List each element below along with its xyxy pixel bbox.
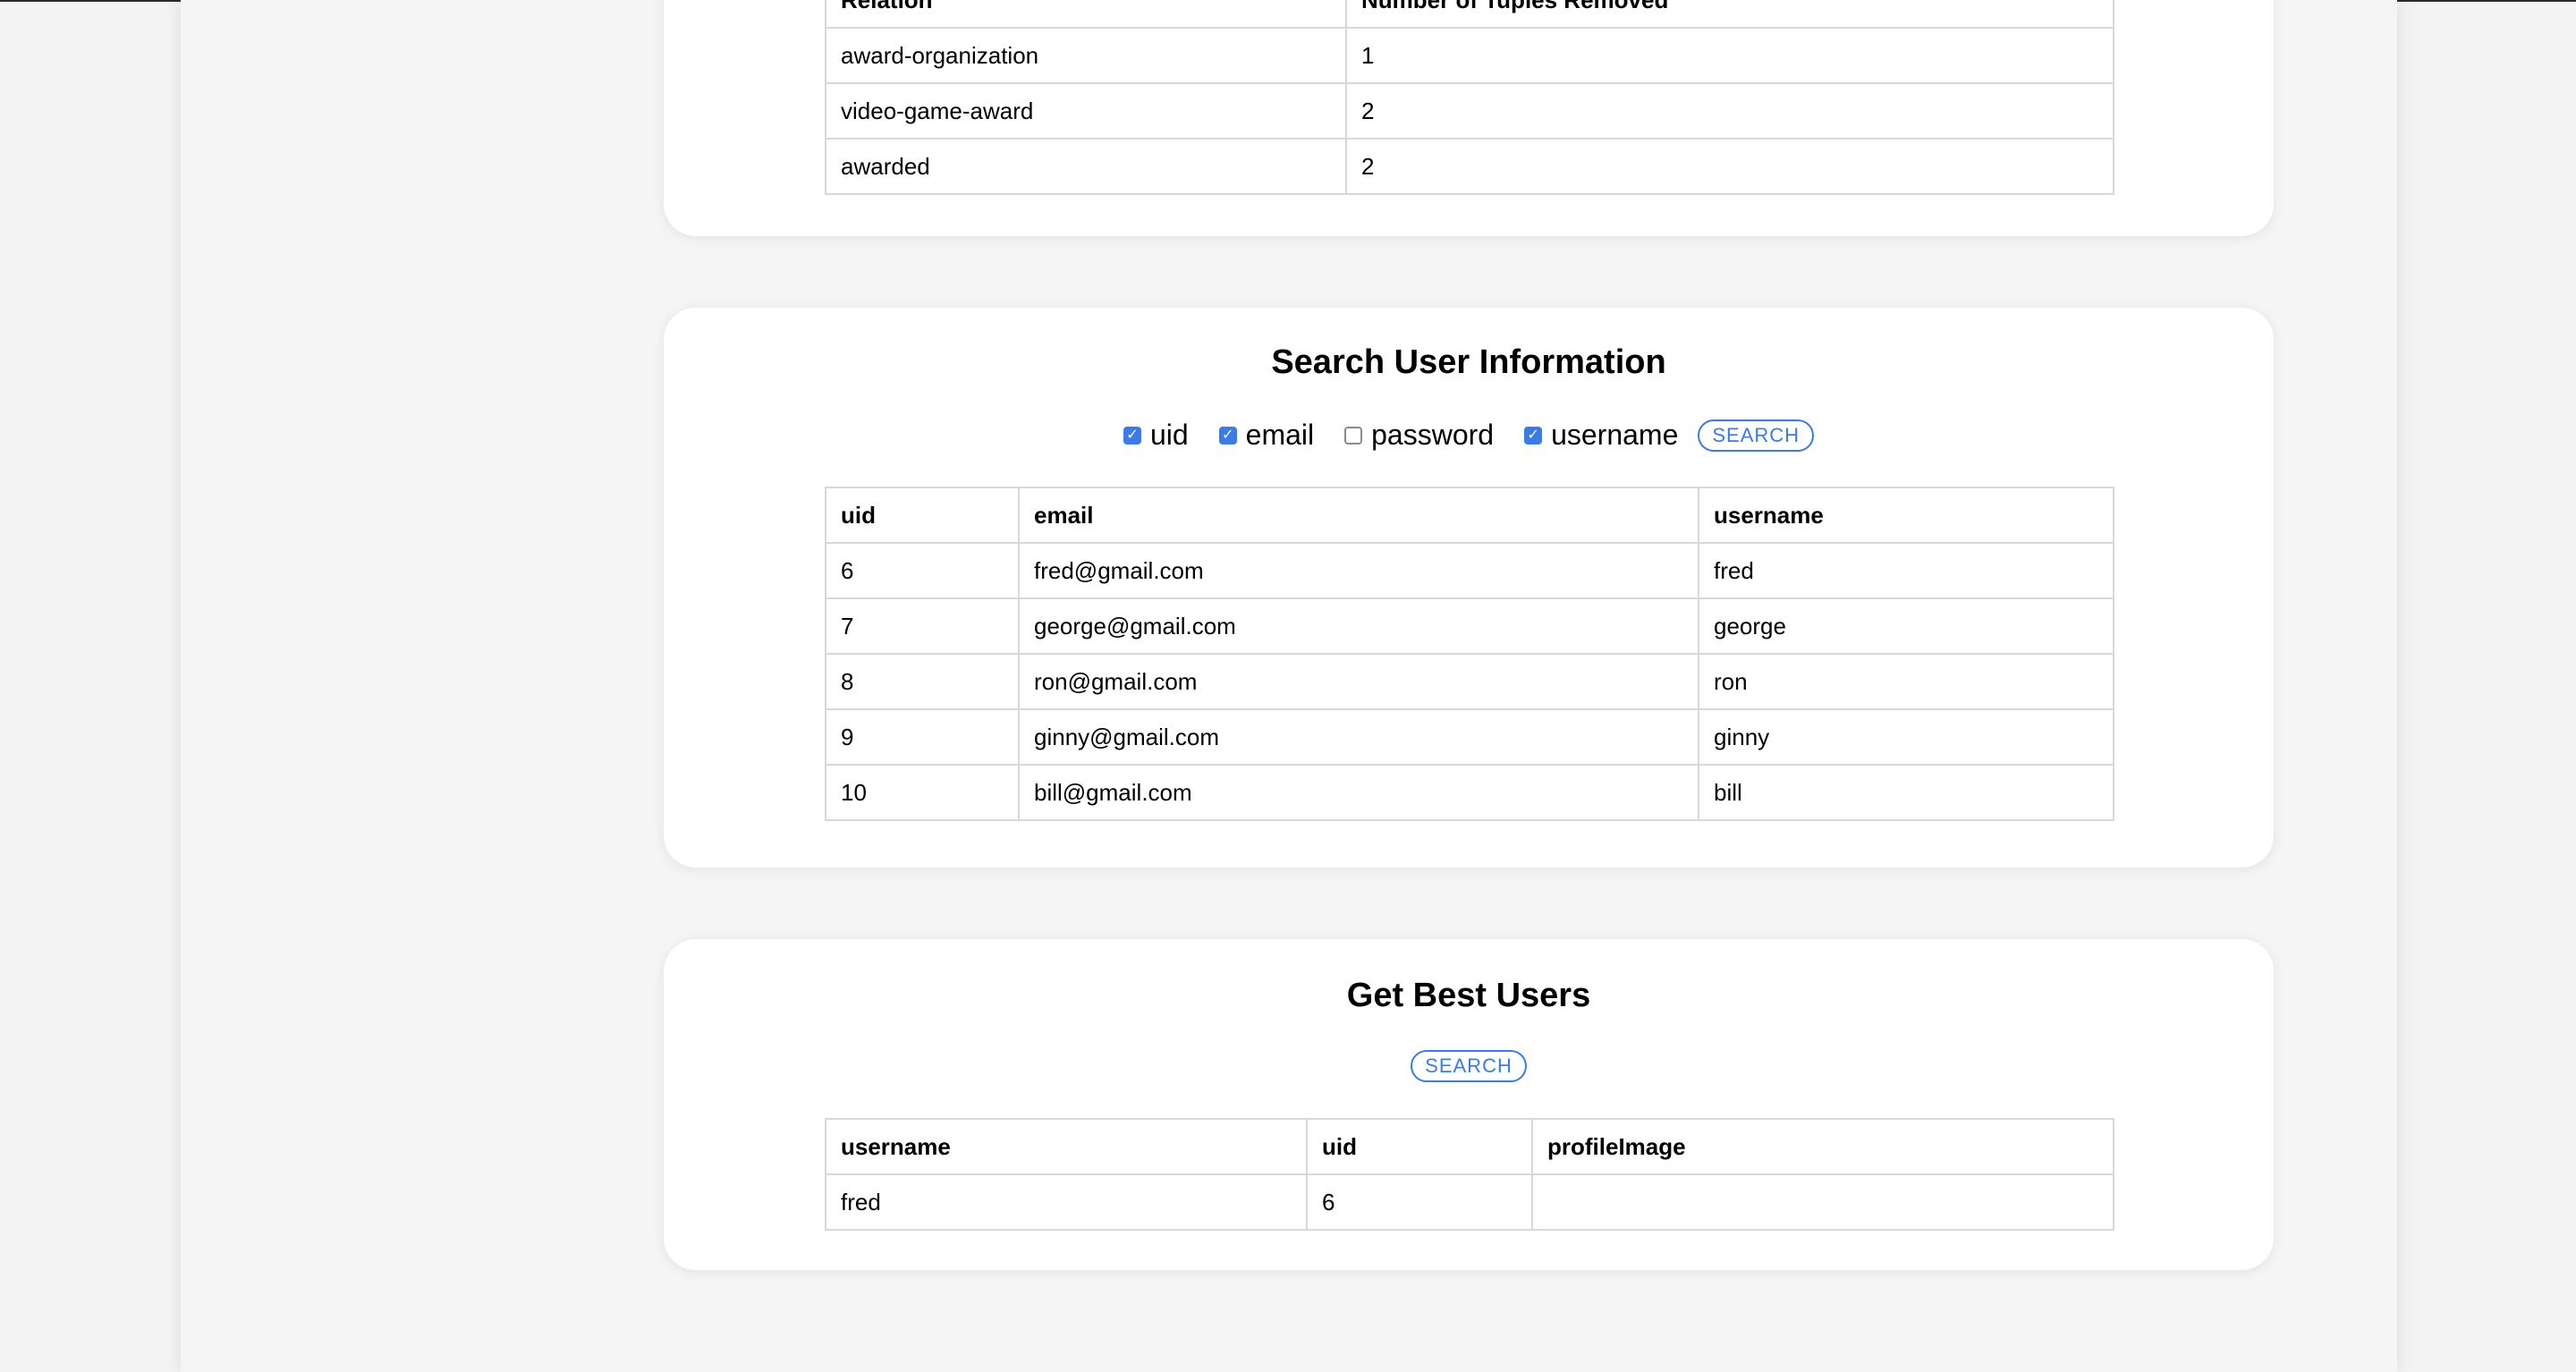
best-users-card: Get Best Users SEARCH username uid profi… [664, 939, 2274, 1270]
uid-cell: 9 [825, 708, 1020, 766]
column-header-uid: uid [825, 487, 1020, 544]
table-row: awarded 2 [825, 138, 2114, 195]
column-header-tuples-removed: Number of Tuples Removed [1345, 0, 2114, 29]
option-label: email [1245, 419, 1315, 451]
username-cell: ron [1698, 653, 2114, 710]
search-user-button[interactable]: SEARCH [1698, 419, 1815, 452]
table-row: 8 ron@gmail.com ron [825, 653, 2114, 710]
tuples-count-cell: 2 [1345, 82, 2114, 140]
uid-cell: 8 [825, 653, 1020, 710]
attribute-options: ✓ uid ✓ email password ✓ username SEARCH [664, 419, 2274, 452]
column-header-email: email [1018, 487, 1699, 544]
column-header-uid: uid [1306, 1118, 1533, 1175]
best-users-table: username uid profileImage fred 6 [825, 1118, 2114, 1231]
tuples-count-cell: 1 [1345, 27, 2114, 84]
table-row: fred 6 [825, 1173, 2114, 1231]
search-user-title: Search User Information [1271, 343, 1666, 381]
uid-cell: 10 [825, 764, 1020, 821]
relation-cell: awarded [825, 138, 1347, 195]
table-row: 6 fred@gmail.com fred [825, 542, 2114, 599]
username-checkbox[interactable]: ✓ [1524, 426, 1543, 445]
uid-cell: 7 [825, 597, 1020, 655]
column-header-profile-image: profileImage [1531, 1118, 2114, 1175]
uid-cell: 6 [825, 542, 1020, 599]
option-label: username [1551, 419, 1679, 451]
email-cell: george@gmail.com [1018, 597, 1699, 655]
table-row: video-game-award 2 [825, 82, 2114, 140]
email-cell: bill@gmail.com [1018, 764, 1699, 821]
page-container: Relation Number of Tuples Removed award-… [181, 0, 2397, 1372]
tuples-count-cell: 2 [1345, 138, 2114, 195]
relation-cell: award-organization [825, 27, 1347, 84]
user-results-table: uid email username 6 fred@gmail.com fred… [825, 487, 2114, 821]
uid-cell: 6 [1306, 1173, 1533, 1231]
column-header-relation: Relation [825, 0, 1347, 29]
password-checkbox[interactable] [1344, 426, 1363, 445]
table-row: 7 george@gmail.com george [825, 597, 2114, 655]
email-cell: fred@gmail.com [1018, 542, 1699, 599]
username-cell: george [1698, 597, 2114, 655]
option-uid[interactable]: ✓ uid [1123, 419, 1189, 452]
relation-cell: video-game-award [825, 82, 1347, 140]
table-header-row: username uid profileImage [825, 1118, 2114, 1175]
table-row: award-organization 1 [825, 27, 2114, 84]
table-row: 10 bill@gmail.com bill [825, 764, 2114, 821]
option-username[interactable]: ✓ username [1524, 419, 1678, 452]
username-cell: fred [1698, 542, 2114, 599]
username-cell: ginny [1698, 708, 2114, 766]
search-user-card: Search User Information ✓ uid ✓ email pa… [664, 308, 2274, 868]
uid-checkbox[interactable]: ✓ [1123, 426, 1141, 445]
removed-relations-table: Relation Number of Tuples Removed award-… [825, 0, 2114, 195]
option-label: uid [1149, 419, 1189, 451]
removed-relations-card: Relation Number of Tuples Removed award-… [664, 0, 2274, 236]
column-header-username: username [825, 1118, 1308, 1175]
option-label: password [1371, 419, 1495, 451]
table-header-row: Relation Number of Tuples Removed [825, 0, 2114, 29]
username-cell: bill [1698, 764, 2114, 821]
table-row: 9 ginny@gmail.com ginny [825, 708, 2114, 766]
email-cell: ron@gmail.com [1018, 653, 1699, 710]
email-checkbox[interactable]: ✓ [1218, 426, 1237, 445]
column-header-username: username [1698, 487, 2114, 544]
best-users-search-wrap: SEARCH [664, 1050, 2274, 1082]
option-password[interactable]: password [1344, 419, 1494, 452]
best-users-title: Get Best Users [1346, 977, 1591, 1014]
table-header-row: uid email username [825, 487, 2114, 544]
best-users-search-button[interactable]: SEARCH [1411, 1050, 1527, 1082]
username-cell: fred [825, 1173, 1308, 1231]
profile-image-cell [1531, 1173, 2114, 1231]
option-email[interactable]: ✓ email [1218, 419, 1315, 452]
search-button-wrap: SEARCH [1698, 419, 1815, 452]
email-cell: ginny@gmail.com [1018, 708, 1699, 766]
